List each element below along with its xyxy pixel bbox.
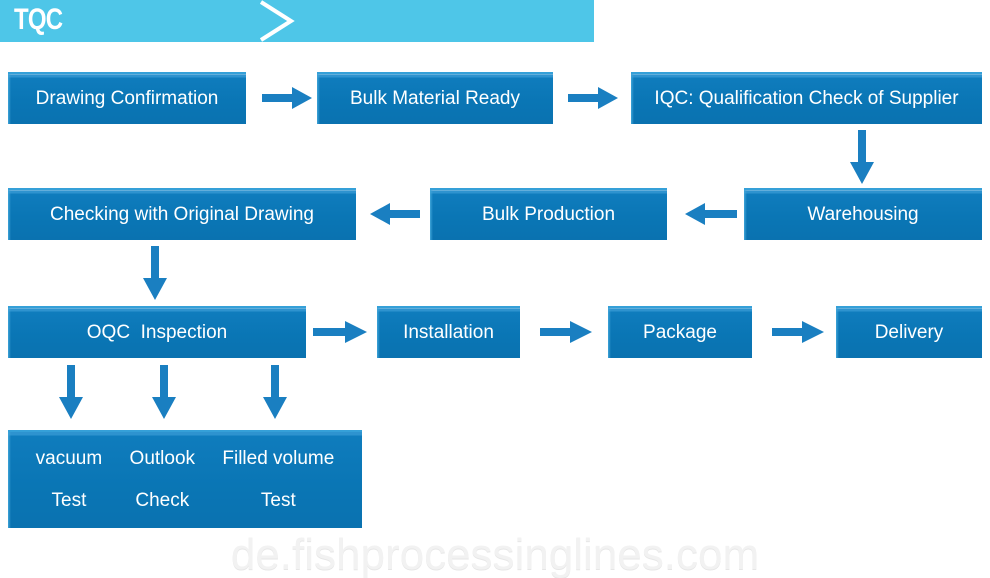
test-item-line1: Outlook — [129, 448, 196, 469]
box-edge-highlight — [631, 74, 634, 124]
box-edge-highlight — [608, 308, 611, 358]
arrow-bulk-material-to-iqc — [568, 87, 618, 109]
site-watermark: de.fishprocessinglines.com — [230, 530, 760, 578]
step-label: Checking with Original Drawing — [50, 204, 314, 225]
test-item-line2: Test — [51, 490, 87, 511]
step-label: Drawing Confirmation — [35, 88, 219, 109]
step-label: Delivery — [874, 322, 944, 343]
box-edge-highlight — [8, 308, 11, 358]
step-drawing-confirmation[interactable]: Drawing Confirmation — [8, 72, 246, 124]
arrow-iqc-to-warehousing — [850, 130, 874, 184]
arrow-drawing-to-bulk-material — [262, 87, 312, 109]
chevron-right-icon — [259, 0, 295, 42]
step-delivery[interactable]: Delivery — [836, 306, 982, 358]
page-title: TQC — [14, 3, 63, 36]
arrow-oqc-to-filled-volume-test — [263, 365, 287, 419]
arrow-warehousing-to-bulk-production — [685, 203, 737, 225]
step-package[interactable]: Package — [608, 306, 752, 358]
test-item-vacuum[interactable]: vacuum Test — [36, 438, 103, 522]
arrow-bulk-production-to-checking — [370, 203, 420, 225]
box-edge-highlight — [8, 74, 11, 124]
step-bulk-production[interactable]: Bulk Production — [430, 188, 667, 240]
step-iqc-qualification-check[interactable]: IQC: Qualification Check of Supplier — [631, 72, 982, 124]
arrow-installation-to-package — [540, 321, 592, 343]
test-item-filled-volume[interactable]: Filled volume Test — [222, 438, 334, 522]
arrow-oqc-to-installation — [313, 321, 367, 343]
step-label: Bulk Material Ready — [349, 88, 521, 109]
step-label: Package — [643, 322, 717, 343]
test-item-line1: Filled volume — [222, 448, 335, 469]
box-edge-highlight — [430, 190, 433, 240]
test-item-line2: Test — [260, 490, 296, 511]
step-installation[interactable]: Installation — [377, 306, 520, 358]
box-edge-highlight — [317, 74, 320, 124]
test-item-line2: Check — [135, 490, 190, 511]
header-banner: TQC — [0, 0, 594, 42]
step-label: Warehousing — [807, 204, 919, 225]
arrow-oqc-to-vacuum-test — [59, 365, 83, 419]
step-warehousing[interactable]: Warehousing — [744, 188, 982, 240]
box-edge-highlight — [744, 190, 747, 240]
test-item-outlook[interactable]: Outlook Check — [130, 438, 195, 522]
step-checking-with-original-drawing[interactable]: Checking with Original Drawing — [8, 188, 356, 240]
arrow-oqc-to-outlook-check — [152, 365, 176, 419]
step-label: Installation — [403, 322, 494, 343]
step-label: Bulk Production — [481, 204, 616, 225]
step-label: OQC Inspection — [86, 322, 228, 343]
box-edge-highlight — [377, 308, 380, 358]
arrow-package-to-delivery — [772, 321, 824, 343]
box-edge-highlight — [8, 190, 11, 240]
test-items-box[interactable]: vacuum Test Outlook Check Filled volume … — [8, 430, 362, 528]
arrow-checking-to-oqc — [143, 246, 167, 300]
step-oqc-inspection[interactable]: OQC Inspection — [8, 306, 306, 358]
step-label: IQC: Qualification Check of Supplier — [654, 88, 959, 109]
test-item-line1: vacuum — [35, 448, 103, 469]
box-edge-highlight — [836, 308, 839, 358]
flowchart-canvas: TQC Drawing Confirmation Bulk Material R… — [0, 0, 990, 578]
step-bulk-material-ready[interactable]: Bulk Material Ready — [317, 72, 553, 124]
